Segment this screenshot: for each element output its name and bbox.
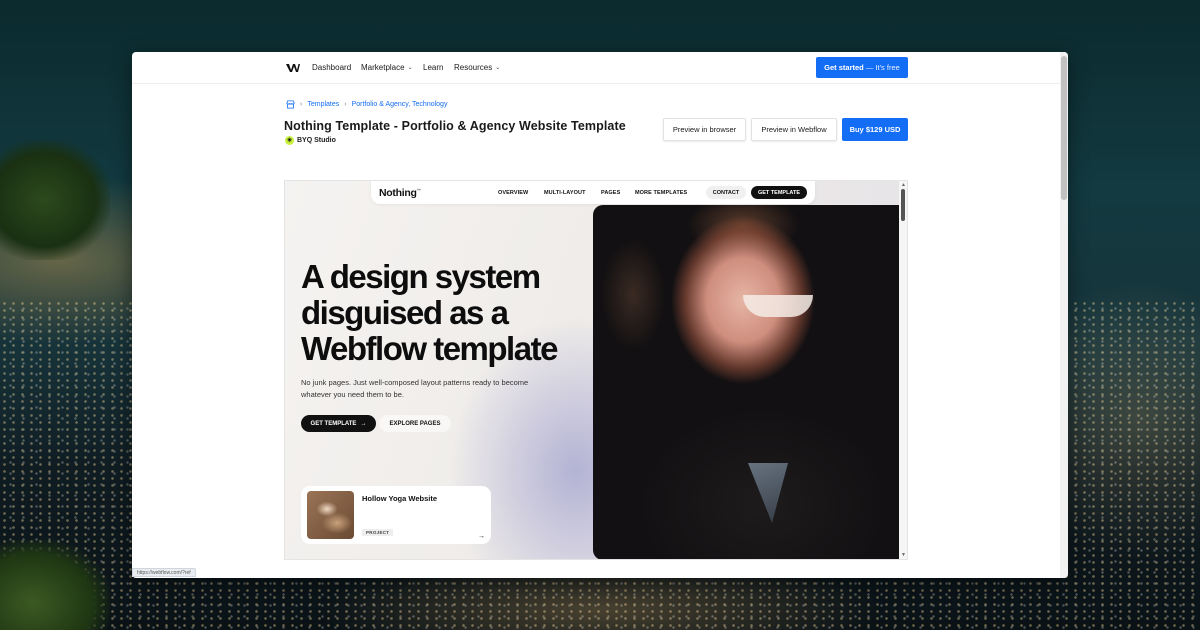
nav-dashboard[interactable]: Dashboard [312,63,351,72]
preview-subtext: No junk pages. Just well-composed layout… [301,378,529,399]
preview-logo-text: Nothing [379,187,417,199]
photo-detail [743,295,813,317]
nav-marketplace[interactable]: Marketplace ⌄ [361,63,413,72]
preview-in-webflow-button[interactable]: Preview in Webflow [751,118,837,141]
author-link[interactable]: ✳ BYQ Studio [285,136,336,145]
preview-headline: A design system disguised as a Webflow t… [301,258,558,367]
chevron-down-icon: ⌄ [407,65,413,71]
foliage-bottom-left [0,540,110,630]
breadcrumb-separator-icon: › [300,101,303,108]
nav-learn-label: Learn [423,63,444,72]
preview-hero-get-template-label: GET TEMPLATE [310,420,357,427]
nav-dashboard-label: Dashboard [312,63,352,72]
preview-link-more-templates[interactable]: MORE TEMPLATES [635,190,687,196]
foliage-top-left [0,140,110,260]
nav-resources[interactable]: Resources ⌄ [454,63,500,72]
arrow-right-icon: → [360,420,367,427]
preview-logo-mark: ™ [416,187,421,193]
preview-get-template-button[interactable]: GET TEMPLATE [751,186,807,199]
page-title: Nothing Template - Portfolio & Agency We… [284,119,626,133]
preview-navbar: Nothing™ OVERVIEW MULTI-LAYOUT PAGES MOR… [371,181,815,204]
preview-link-pages[interactable]: PAGES [601,190,620,196]
breadcrumb-separator-icon: › [344,101,347,108]
chevron-down-icon: ⌄ [495,65,501,71]
template-preview-frame[interactable]: Nothing™ OVERVIEW MULTI-LAYOUT PAGES MOR… [284,180,908,560]
author-name: BYQ Studio [297,137,336,144]
arrow-right-icon: → [478,533,485,540]
preview-scrollbar[interactable]: ▲ ▼ [899,181,907,559]
project-thumbnail [307,491,354,539]
project-card-title: Hollow Yoga Website [362,494,438,503]
breadcrumb: › Templates › Portfolio & Agency, Techno… [286,100,447,109]
preview-explore-pages-button[interactable]: EXPLORE PAGES [379,415,451,432]
nav-learn[interactable]: Learn [423,63,443,72]
project-tag: PROJECT [362,529,394,536]
browser-window: Dashboard Marketplace ⌄ Learn Resources … [132,52,1068,578]
author-avatar-icon: ✳ [285,136,294,145]
nav-marketplace-label: Marketplace [361,63,405,72]
preview-scrollbar-thumb[interactable] [901,189,905,221]
scroll-up-icon[interactable]: ▲ [901,182,906,188]
hero-photo [593,205,899,559]
preview-link-overview[interactable]: OVERVIEW [498,190,528,196]
preview-hero-get-template-button[interactable]: GET TEMPLATE → [301,415,376,432]
get-started-button[interactable]: Get started — It's free [816,57,908,78]
webflow-logo-icon[interactable] [286,62,300,74]
store-icon[interactable] [286,100,295,109]
preview-link-multi-layout[interactable]: MULTI-LAYOUT [544,190,586,196]
breadcrumb-categories[interactable]: Portfolio & Agency, Technology [352,101,448,108]
scroll-down-icon[interactable]: ▼ [901,552,906,558]
preview-logo[interactable]: Nothing™ [379,187,421,199]
preview-in-browser-button[interactable]: Preview in browser [663,118,746,141]
window-scrollbar[interactable] [1060,52,1068,578]
breadcrumb-templates[interactable]: Templates [307,101,339,108]
preview-project-card[interactable]: Hollow Yoga Website PROJECT → [301,486,491,544]
get-started-label: Get started [824,63,864,72]
status-bar-url: https://webflow.com/?ref [132,568,196,577]
nav-resources-label: Resources [454,63,493,72]
get-started-suffix: — It's free [865,63,900,72]
photo-detail [748,463,788,523]
window-scrollbar-thumb[interactable] [1061,56,1067,200]
buy-button[interactable]: Buy $129 USD [842,118,908,141]
preview-contact-button[interactable]: CONTACT [706,186,746,199]
top-navigation: Dashboard Marketplace ⌄ Learn Resources … [132,52,1060,84]
